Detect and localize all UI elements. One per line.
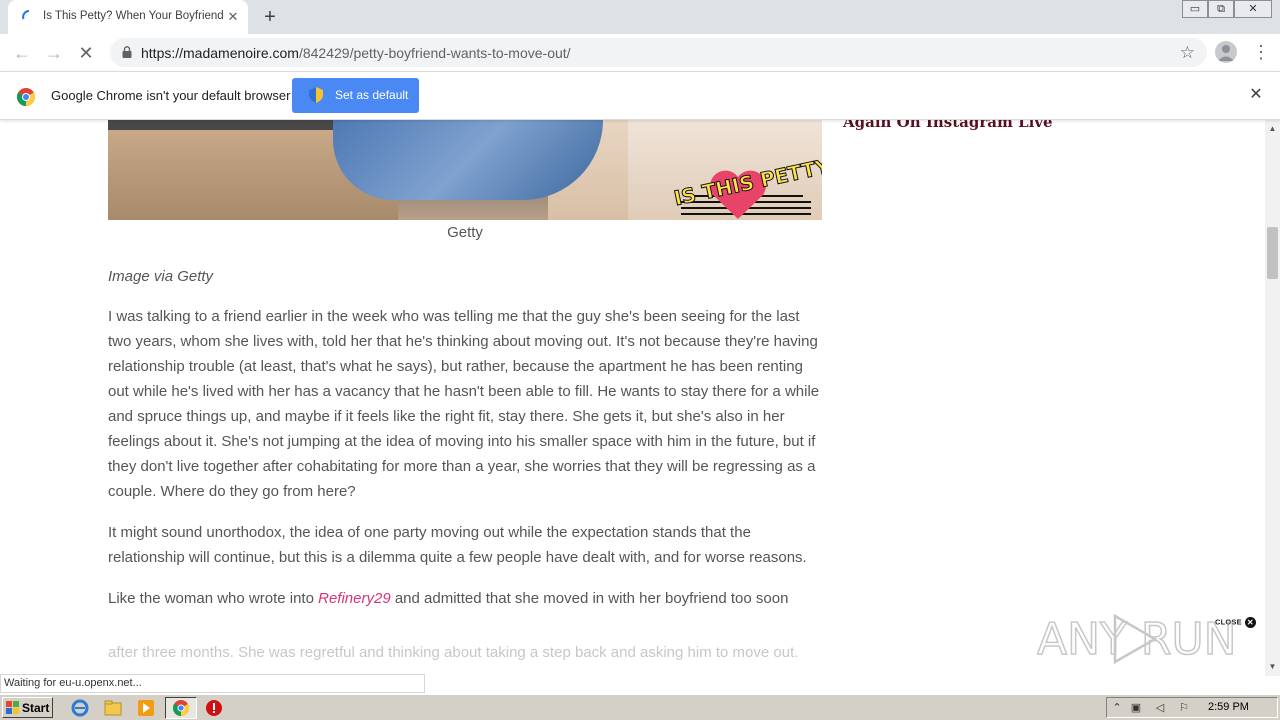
bookmark-star-icon[interactable]: ☆: [1180, 43, 1195, 63]
url-path: /842429/petty-boyfriend-wants-to-move-ou…: [298, 45, 571, 61]
tab-title: Is This Petty? When Your Boyfriend Wa: [43, 10, 223, 22]
scroll-down-arrow-icon[interactable]: ▼: [1265, 660, 1280, 674]
anyrun-watermark-logo: ANY RUN: [1037, 613, 1237, 666]
chrome-logo-icon: [17, 88, 35, 106]
windows-flag-icon: [6, 701, 19, 714]
tab-close-icon[interactable]: ✕: [225, 9, 241, 25]
person-icon: [1218, 45, 1234, 61]
infobar-message: Google Chrome isn't your default browser: [51, 88, 291, 103]
set-as-default-label: Set as default: [335, 88, 409, 102]
refinery29-link[interactable]: Refinery29: [318, 590, 391, 607]
window-close-button[interactable]: ✕: [1234, 0, 1272, 18]
minimize-button[interactable]: ▭: [1182, 0, 1208, 18]
scroll-up-arrow-icon[interactable]: ▲: [1265, 122, 1280, 136]
article-paragraph: Like the woman who wrote into Refinery29…: [108, 586, 822, 611]
paragraph-text: Like the woman who wrote into: [108, 590, 319, 607]
start-label: Start: [22, 701, 50, 715]
scroll-thumb[interactable]: [1267, 227, 1278, 279]
sidebar-headline-link[interactable]: Again On Instagram Live: [843, 120, 1053, 131]
image-caption: Getty: [447, 224, 483, 241]
chrome-taskbar-icon: [173, 700, 189, 716]
article-body: Image via Getty I was talking to a frien…: [108, 264, 822, 627]
image-jeans: [333, 120, 603, 200]
set-as-default-button[interactable]: Set as default: [292, 78, 419, 113]
browser-tab[interactable]: Is This Petty? When Your Boyfriend Wa ✕: [8, 0, 248, 34]
default-browser-infobar: Google Chrome isn't your default browser…: [0, 71, 1280, 120]
forward-button[interactable]: →: [42, 41, 66, 65]
back-button[interactable]: ←: [10, 41, 34, 65]
url-text: https://madamenoire.com/842429/petty-boy…: [141, 45, 571, 61]
loading-spinner-icon: [22, 10, 30, 20]
address-bar[interactable]: https://madamenoire.com/842429/petty-boy…: [110, 38, 1207, 67]
loading-status-bubble: Waiting for eu-u.openx.net...: [0, 674, 425, 693]
system-tray: ⌃ ▣ ◁ ⚐: [1106, 697, 1278, 718]
chrome-menu-icon[interactable]: ⋮: [1252, 40, 1270, 64]
file-explorer-icon[interactable]: [104, 699, 122, 717]
stop-loading-button[interactable]: ✕: [74, 41, 98, 65]
image-credit: Image via Getty: [108, 268, 214, 285]
uac-shield-icon: [309, 87, 323, 103]
article-hero-image: IS THIS PETTY?: [108, 120, 822, 220]
taskbar-clock[interactable]: 2:59 PM: [1208, 701, 1249, 713]
network-icon[interactable]: ▣: [1129, 701, 1143, 715]
restore-button[interactable]: ⧉: [1208, 0, 1234, 18]
watermark-text: ANY RUN: [1037, 614, 1237, 665]
is-this-petty-logo: IS THIS PETTY?: [671, 155, 822, 219]
lock-icon: [122, 46, 132, 58]
article-paragraph: I was talking to a friend earlier in the…: [108, 308, 820, 500]
start-button[interactable]: Start: [2, 697, 53, 718]
windows-taskbar: Start ⌃ ▣ ◁ ⚐ 2:59 PM: [0, 694, 1280, 720]
antivirus-stop-icon[interactable]: [205, 699, 223, 717]
infobar-close-icon[interactable]: ✕: [1248, 87, 1264, 103]
volume-icon[interactable]: ◁: [1153, 701, 1167, 715]
paragraph-text: and admitted that she moved in with her …: [390, 590, 789, 607]
internet-explorer-icon[interactable]: [71, 699, 89, 717]
article-paragraph: It might sound unorthodox, the idea of o…: [108, 524, 807, 566]
page-viewport: IS THIS PETTY? Getty Again On Instagram …: [0, 120, 1265, 676]
page-scrollbar[interactable]: ▲ ▼: [1265, 120, 1280, 676]
tab-strip: Is This Petty? When Your Boyfriend Wa ✕ …: [0, 0, 1280, 34]
action-center-flag-icon[interactable]: ⚐: [1177, 701, 1191, 715]
browser-toolbar: ← → ✕ https://madamenoire.com/842429/pet…: [0, 34, 1280, 71]
media-player-icon[interactable]: [137, 699, 155, 717]
profile-avatar-icon[interactable]: [1215, 41, 1237, 63]
tray-expand-icon[interactable]: ⌃: [1110, 701, 1124, 715]
url-host: https://madamenoire.com: [141, 45, 299, 61]
new-tab-button[interactable]: +: [259, 6, 281, 28]
close-circle-icon: ✕: [1244, 617, 1256, 628]
faded-article-line: after three months. She was regretful an…: [108, 644, 799, 661]
chrome-taskbar-button[interactable]: [165, 697, 197, 719]
